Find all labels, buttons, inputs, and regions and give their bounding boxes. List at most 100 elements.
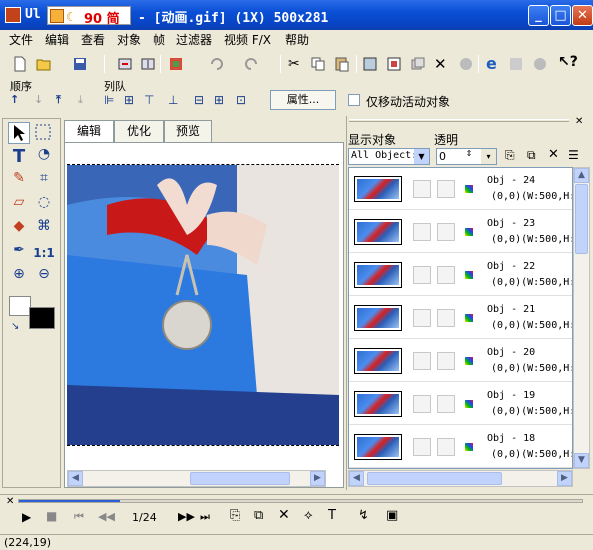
menu-object[interactable]: 对象 <box>117 31 141 48</box>
distribute-v-icon[interactable]: ⊞ <box>214 93 230 109</box>
marquee-tool[interactable] <box>33 122 55 144</box>
menu-file[interactable]: 文件 <box>9 31 33 48</box>
menu-filter[interactable]: 过滤器 <box>176 31 212 48</box>
optimize-icon[interactable] <box>508 56 524 72</box>
wizard-icon[interactable] <box>168 56 184 72</box>
object-list-horizontal-scrollbar[interactable]: ◀ ▶ <box>348 470 573 487</box>
select-tool[interactable] <box>8 122 30 144</box>
zoom-in-icon[interactable]: ⊕ <box>8 266 30 288</box>
lock-toggle[interactable] <box>437 266 455 284</box>
first-frame-icon[interactable]: ⏮ <box>74 510 84 524</box>
zoom-out-icon[interactable]: ⊖ <box>33 266 55 288</box>
scroll-down-icon[interactable]: ▼ <box>574 453 589 468</box>
new-file-icon[interactable] <box>12 56 28 72</box>
move-down-icon[interactable]: ↓ <box>34 93 50 109</box>
scroll-right-icon[interactable]: ▶ <box>557 471 572 486</box>
resize-tool[interactable]: ⌘ <box>33 218 55 240</box>
visibility-toggle[interactable] <box>413 438 431 456</box>
duplicate-icon[interactable] <box>410 56 426 72</box>
tab-optimize[interactable]: 优化 <box>114 120 164 142</box>
lock-toggle[interactable] <box>437 395 455 413</box>
align-left-icon[interactable]: ⊫ <box>104 93 120 109</box>
crop-tool[interactable]: ⌗ <box>33 170 55 192</box>
properties-button[interactable]: 属性... <box>270 90 336 110</box>
menu-edit[interactable]: 编辑 <box>45 31 69 48</box>
center-canvas-icon[interactable]: ⊡ <box>236 93 252 109</box>
lock-toggle[interactable] <box>437 352 455 370</box>
move-top-icon[interactable]: ⤒ <box>56 93 72 109</box>
panel-close-icon[interactable]: ✕ <box>575 116 583 127</box>
opacity-spinner[interactable]: 0 ⇕ ▾ <box>436 148 497 165</box>
copy-icon[interactable] <box>310 56 326 72</box>
list-item[interactable]: Obj - 24 (0,0)(W:500,H: <box>349 168 572 210</box>
lock-toggle[interactable] <box>437 438 455 456</box>
frame-progress-track[interactable] <box>18 499 583 503</box>
visibility-toggle[interactable] <box>413 180 431 198</box>
list-item[interactable]: Obj - 23 (0,0)(W:500,H: <box>349 211 572 253</box>
list-item[interactable]: Obj - 22 (0,0)(W:500,H: <box>349 254 572 296</box>
frame-properties-icon[interactable]: ▣ <box>386 508 398 523</box>
scroll-left-icon[interactable]: ◀ <box>68 471 83 486</box>
lock-toggle[interactable] <box>437 223 455 241</box>
maximize-button[interactable]: □ <box>550 5 571 26</box>
swap-colors-icon[interactable]: ↘ <box>11 321 19 332</box>
redo-icon[interactable] <box>244 56 260 72</box>
browser-preview-icon[interactable]: e <box>486 54 502 73</box>
lock-toggle[interactable] <box>437 309 455 327</box>
prev-frame-icon[interactable]: ◀◀ <box>98 510 115 523</box>
show-objects-select[interactable]: All Object: ▼ <box>348 148 430 165</box>
tween-icon[interactable]: ⟡ <box>304 508 313 523</box>
play-icon[interactable]: ▶ <box>22 510 31 524</box>
rotate-tool[interactable]: ◔ <box>33 146 55 168</box>
list-item[interactable]: Obj - 18 (0,0)(W:500,H: <box>349 426 572 468</box>
eyedropper-tool[interactable]: ✒ <box>8 242 30 264</box>
text-effect-icon[interactable]: T <box>328 508 336 523</box>
tab-preview[interactable]: 预览 <box>164 120 212 142</box>
menu-video-fx[interactable]: 视频 F/X <box>224 31 271 48</box>
help-pointer-icon[interactable]: ↖? <box>558 54 578 70</box>
save-icon[interactable] <box>72 56 88 72</box>
last-frame-icon[interactable]: ⏭ <box>200 510 210 524</box>
menu-frame[interactable]: 帧 <box>153 31 165 48</box>
cut-icon[interactable]: ✂ <box>288 56 304 72</box>
object-properties-icon[interactable]: ☰ <box>568 148 584 164</box>
align-bottom-icon[interactable]: ⊥ <box>168 93 184 109</box>
web-icon[interactable] <box>532 56 548 72</box>
object-list[interactable]: Obj - 24 (0,0)(W:500,H: Obj - 23 (0,0)(W… <box>348 167 573 469</box>
tab-edit[interactable]: 编辑 <box>64 120 114 143</box>
brush-tool[interactable]: ✎ <box>8 170 30 192</box>
foreground-color-swatch[interactable] <box>29 307 55 329</box>
object-list-vscroll-thumb[interactable] <box>575 184 588 254</box>
delete-icon[interactable]: ✕ <box>434 55 450 73</box>
object-list-vertical-scrollbar[interactable]: ▲ ▼ <box>573 167 590 469</box>
frame-icon[interactable] <box>362 56 378 72</box>
minimize-button[interactable]: _ <box>528 5 549 26</box>
open-folder-icon[interactable] <box>36 56 52 72</box>
list-item[interactable]: Obj - 20 (0,0)(W:500,H: <box>349 340 572 382</box>
image-canvas[interactable] <box>67 164 339 446</box>
scroll-left-icon[interactable]: ◀ <box>349 471 364 486</box>
text-tool[interactable]: T <box>8 146 30 168</box>
spinner-arrows-icon[interactable]: ▾ <box>481 149 496 164</box>
move-up-icon[interactable]: ↑ <box>10 93 26 109</box>
lasso-tool[interactable]: ◌ <box>33 194 55 216</box>
menu-help[interactable]: 帮助 <box>285 31 309 48</box>
next-frame-icon[interactable]: ▶▶ <box>178 510 195 523</box>
stop-icon[interactable]: ■ <box>46 509 57 523</box>
undo-icon[interactable] <box>208 56 224 72</box>
copy-object-icon[interactable]: ⧉ <box>527 148 543 164</box>
close-button[interactable]: ✕ <box>572 5 593 26</box>
list-item[interactable]: Obj - 21 (0,0)(W:500,H: <box>349 297 572 339</box>
menu-view[interactable]: 查看 <box>81 31 105 48</box>
import-icon[interactable] <box>117 56 133 72</box>
fill-tool[interactable]: ◆ <box>8 218 30 240</box>
scroll-up-icon[interactable]: ▲ <box>574 168 589 183</box>
background-color-swatch[interactable] <box>9 296 31 316</box>
visibility-toggle[interactable] <box>413 309 431 327</box>
visibility-toggle[interactable] <box>413 395 431 413</box>
align-top-icon[interactable]: ⊤ <box>144 93 160 109</box>
move-bottom-icon[interactable]: ⤓ <box>78 93 94 109</box>
panel-grip[interactable] <box>349 119 569 122</box>
canvas-hscroll-thumb[interactable] <box>190 472 290 485</box>
opacity-slider-handle[interactable]: ⇕ <box>462 149 476 164</box>
